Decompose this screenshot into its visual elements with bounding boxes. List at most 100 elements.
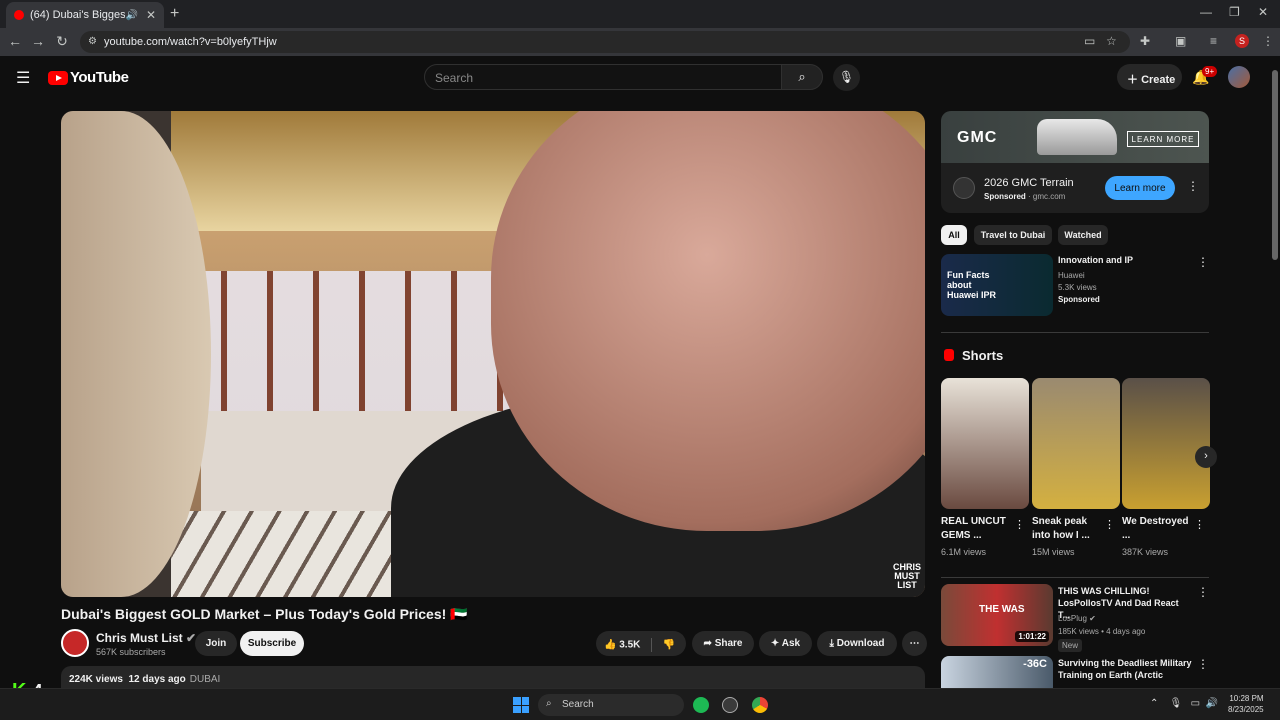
video-more-icon[interactable]: ⋮ [1197,657,1209,671]
video-player[interactable]: CHRIS MUST LIST [61,111,925,597]
windows-start-icon[interactable] [513,697,529,713]
channel-name-text: Chris Must List [96,631,183,645]
sparkle-icon: ✦ [770,638,780,649]
short-title[interactable]: We Destroyed ... [1122,515,1192,543]
url-text: youtube.com/watch?v=b0lyefyTHjw [104,36,277,48]
notification-badge: 9+ [1202,66,1218,77]
voice-search-button[interactable]: 🎙 [833,64,860,91]
address-bar[interactable]: ⚙ youtube.com/watch?v=b0lyefyTHjw [80,31,1130,53]
sponsored-video-title[interactable]: Innovation and IP [1058,254,1133,266]
create-label: Create [1141,74,1176,86]
tab-title: (64) Dubai's Biggest GOLD [30,9,126,21]
channel-watermark: CHRIS MUST LIST [892,562,921,590]
create-button[interactable]: ＋ Create [1117,64,1182,90]
video-more-icon[interactable]: ⋮ [1197,585,1209,599]
profile-avatar[interactable]: S [1235,34,1249,48]
search-button[interactable]: ⌕ [781,64,823,90]
extensions-icon[interactable]: ✚ [1140,34,1150,48]
taskbar-search-label: Search [562,699,594,710]
ask-button[interactable]: ✦ Ask [759,631,812,656]
channel-name[interactable]: Chris Must List ✔ [96,631,196,645]
ad-more-icon[interactable]: ⋮ [1187,179,1199,193]
spotify-icon[interactable] [693,697,709,713]
short-views: 15M views [1032,547,1075,557]
bookmark-star-icon[interactable]: ☆ [1106,34,1117,48]
like-count[interactable]: 3.5K [619,640,640,651]
chip-watched[interactable]: Watched [1058,225,1108,245]
short-more-icon[interactable]: ⋮ [1014,518,1025,531]
chevron-up-icon[interactable]: ⌃ [1150,698,1158,709]
account-avatar[interactable] [1228,66,1250,88]
location-tag[interactable]: DUBAI [190,674,221,685]
video-channel-name: LosPlug [1058,614,1087,623]
clock-date: 8/23/2025 [1228,705,1264,714]
short-thumbnail[interactable] [941,378,1029,509]
reload-icon[interactable]: ↻ [53,33,71,50]
view-count: 224K views [69,674,123,685]
shorts-next-chevron-icon[interactable]: › [1195,446,1217,468]
video-more-icon[interactable]: ⋮ [1197,255,1209,269]
join-button[interactable]: Join [195,631,237,656]
cast-icon[interactable]: ▭ [1084,34,1095,48]
volume-icon[interactable]: 🔊 [1206,698,1218,709]
restore-button[interactable]: ❐ [1229,5,1240,19]
video-title[interactable]: Surviving the Deadliest Military Trainin… [1058,657,1196,683]
system-tray[interactable]: ⌃ 🎙 ▭ 🔊 [1150,698,1218,709]
short-more-icon[interactable]: ⋮ [1104,518,1115,531]
minimize-button[interactable]: — [1200,5,1212,19]
ad-subline: Sponsored · gmc.com [984,192,1066,201]
ad-banner-cta: LEARN MORE [1127,131,1199,147]
sponsored-video-thumbnail[interactable]: Fun Facts about Huawei IPR [941,254,1053,316]
browser-tab[interactable]: (64) Dubai's Biggest GOLD 🔊 ✕ [6,2,164,28]
channel-avatar[interactable] [61,629,89,657]
download-button[interactable]: ⤓ Download [817,631,897,656]
short-more-icon[interactable]: ⋮ [1194,518,1205,531]
close-window-button[interactable]: ✕ [1258,5,1268,19]
upload-date: 12 days ago [128,674,186,685]
more-actions-button[interactable]: ⋯ [902,631,927,656]
taskbar-search[interactable]: ⌕ Search [538,694,684,716]
back-icon[interactable]: ← [6,33,24,49]
sponsored-ad-card[interactable]: GMC LEARN MORE 2026 GMC Terrain Sponsore… [941,111,1209,213]
speaker-icon[interactable]: 🔊 [125,10,137,21]
close-tab-icon[interactable]: ✕ [146,8,156,22]
share-button[interactable]: ➦ Share [692,631,754,656]
microphone-icon[interactable]: 🎙 [1170,698,1183,709]
video-thumbnail[interactable]: THE WAS 1:01:22 [941,584,1053,646]
forward-icon[interactable]: → [29,33,47,49]
hamburger-menu-icon[interactable]: ☰ [16,68,30,88]
new-tab-button[interactable]: + [170,5,179,23]
youtube-logo[interactable]: YouTube [48,69,129,86]
display-icon[interactable]: ▭ [1191,698,1200,709]
ad-banner-brand: GMC [957,129,998,146]
chip-travel-to-dubai[interactable]: Travel to Dubai [974,225,1052,245]
share-label: Share [714,638,743,649]
chip-all[interactable]: All [941,225,967,245]
ad-learn-more-button[interactable]: Learn more [1105,176,1175,200]
sidepanel-icon[interactable]: ▣ [1175,34,1186,48]
like-icon[interactable]: 👍 [604,640,616,651]
shorts-heading: Shorts [962,348,1004,363]
site-info-icon[interactable]: ⚙ [88,36,97,47]
search-input[interactable]: Search [424,64,782,90]
taskbar-clock[interactable]: 10:28 PM 8/23/2025 [1228,693,1264,715]
description-box[interactable]: 224K views 12 days ago DUBAI [61,666,925,690]
short-thumbnail[interactable] [1122,378,1210,509]
windows-taskbar: ⌕ Search ⌃ 🎙 ▭ 🔊 10:28 PM 8/23/2025 [0,688,1280,720]
short-title[interactable]: Sneak peak into how I ... [1032,515,1102,543]
youtube-favicon-icon [14,10,24,20]
page-scrollbar[interactable] [1272,70,1278,260]
download-icon: ⤓ [829,638,834,649]
ad-banner[interactable]: GMC LEARN MORE [941,111,1209,163]
divider [941,577,1209,578]
short-title[interactable]: REAL UNCUT GEMS ... [941,515,1011,543]
reading-list-icon[interactable]: ≡ [1210,34,1217,48]
steam-icon[interactable] [722,697,738,713]
short-thumbnail[interactable] [1032,378,1120,509]
sponsored-label: Sponsored [1058,295,1100,304]
chrome-icon[interactable] [752,697,768,713]
chrome-menu-icon[interactable]: ⋮ [1262,34,1274,48]
like-dislike-bar: 👍 3.5K 👎 [596,631,686,656]
dislike-icon[interactable]: 👎 [663,640,675,651]
subscribe-button[interactable]: Subscribe [240,631,304,656]
